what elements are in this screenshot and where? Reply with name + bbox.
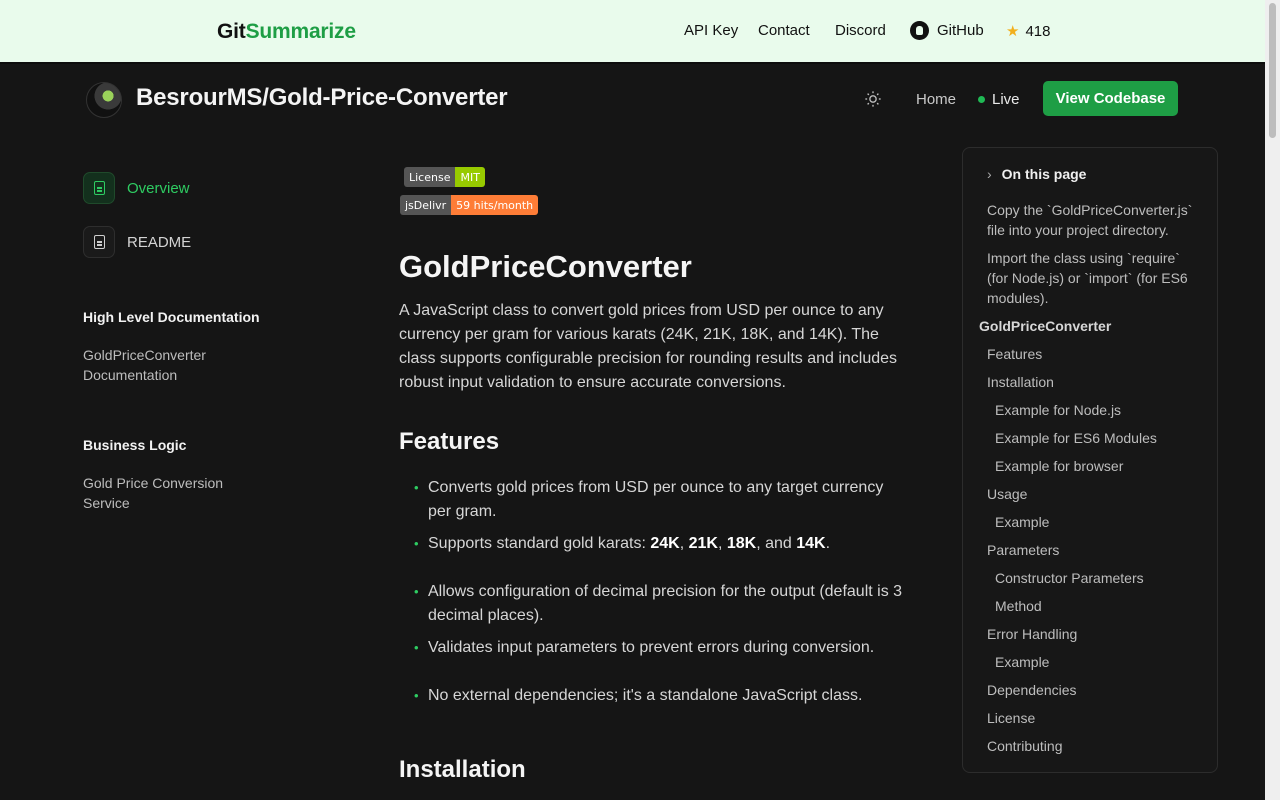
feature-text: Supports standard gold karats: 24K, 21K,… — [428, 535, 831, 552]
gitsummarize-logo[interactable]: GitSummarize — [217, 20, 356, 44]
feature-text: Allows configuration of decimal precisio… — [428, 583, 903, 624]
page-title: GoldPriceConverter — [399, 249, 692, 284]
toc-item[interactable]: Usage — [987, 484, 1202, 504]
logo-text-git: Git — [217, 20, 246, 43]
toc-item[interactable]: Constructor Parameters — [995, 568, 1210, 588]
toc-item[interactable]: Error Handling — [987, 624, 1202, 644]
discord-link[interactable]: Discord — [835, 22, 886, 39]
bullet-icon: • — [414, 480, 419, 495]
sidebar-item-overview[interactable]: Overview — [83, 172, 190, 204]
chevron-right-icon: › — [987, 166, 992, 182]
list-item: • Converts gold prices from USD per ounc… — [414, 476, 904, 524]
bullet-icon: • — [414, 536, 419, 551]
live-label: Live — [992, 91, 1020, 108]
contact-link[interactable]: Contact — [758, 22, 810, 39]
features-heading: Features — [399, 428, 500, 455]
github-label: GitHub — [937, 22, 984, 39]
list-item: • Allows configuration of decimal precis… — [414, 580, 904, 628]
live-status: Live — [978, 91, 1020, 108]
page-scrollbar[interactable] — [1265, 0, 1280, 800]
sidebar-section-heading: High Level Documentation — [83, 309, 260, 325]
live-dot-icon — [978, 96, 985, 103]
home-link[interactable]: Home — [916, 91, 956, 108]
jsdelivr-badge[interactable]: jsDelivr 59 hits/month — [400, 195, 539, 215]
toc-item[interactable]: Copy the `GoldPriceConverter.js` file in… — [987, 200, 1202, 240]
document-icon — [83, 226, 115, 258]
sidebar-doc-link[interactable]: GoldPriceConverter Documentation — [83, 345, 263, 385]
feature-text: No external dependencies; it's a standal… — [428, 687, 863, 704]
repo-owner-avatar — [86, 82, 122, 118]
toc-item[interactable]: Example — [995, 512, 1210, 532]
list-item: • Validates input parameters to prevent … — [414, 636, 904, 660]
logo-text-summarize: Summarize — [245, 20, 356, 43]
toc-item[interactable]: GoldPriceConverter — [979, 316, 1194, 336]
sidebar-item-label: Overview — [127, 179, 190, 197]
feature-text: Validates input parameters to prevent er… — [428, 639, 875, 656]
theme-toggle-sun-icon[interactable] — [864, 90, 882, 108]
toc-toggle[interactable]: › On this page — [987, 166, 1086, 182]
list-item: • No external dependencies; it's a stand… — [414, 684, 904, 708]
karat-24k: 24K — [650, 535, 680, 552]
badge-label: License — [404, 167, 456, 187]
table-of-contents: › On this page Copy the `GoldPriceConver… — [962, 147, 1218, 773]
toc-item[interactable]: License — [987, 708, 1202, 728]
toc-item[interactable]: Import the class using `require` (for No… — [987, 248, 1202, 308]
document-icon — [83, 172, 115, 204]
karat-14k: 14K — [796, 535, 826, 552]
intro-paragraph: A JavaScript class to convert gold price… — [399, 302, 898, 391]
bullet-icon: • — [414, 584, 419, 599]
toc-item[interactable]: Method — [995, 596, 1210, 616]
github-link[interactable]: GitHub — [910, 21, 984, 40]
installation-heading: Installation — [399, 756, 526, 783]
toc-heading: On this page — [1001, 166, 1087, 182]
karat-21k: 21K — [688, 535, 718, 552]
toc-item[interactable]: Installation — [987, 372, 1202, 392]
karat-18k: 18K — [726, 535, 757, 552]
top-navigation-bar: GitSummarize API Key Contact Discord Git… — [0, 0, 1280, 64]
star-icon: ★ — [1006, 23, 1020, 40]
toc-item[interactable]: Parameters — [987, 540, 1202, 560]
toc-item[interactable]: Dependencies — [987, 680, 1202, 700]
bullet-icon: • — [414, 640, 419, 655]
badge-value: MIT — [455, 167, 485, 187]
bullet-icon: • — [414, 688, 419, 703]
github-icon — [910, 21, 929, 40]
sidebar-item-readme[interactable]: README — [83, 226, 191, 258]
star-count: 418 — [1025, 22, 1051, 40]
sidebar-doc-link[interactable]: Gold Price Conversion Service — [83, 473, 263, 513]
toc-item[interactable]: Example for Node.js — [995, 400, 1210, 420]
toc-item[interactable]: Example for ES6 Modules — [995, 428, 1210, 448]
list-item: • Supports standard gold karats: 24K, 21… — [414, 532, 904, 556]
license-badge[interactable]: License MIT — [404, 167, 485, 187]
toc-item[interactable]: Example — [995, 652, 1210, 672]
view-codebase-button[interactable]: View Codebase — [1043, 81, 1178, 116]
repo-title: BesrourMS/Gold-Price-Converter — [136, 84, 508, 111]
toc-item[interactable]: Features — [987, 344, 1202, 364]
badge-value: 59 hits/month — [451, 195, 539, 215]
feature-text: Converts gold prices from USD per ounce … — [428, 479, 884, 520]
sidebar-section-heading: Business Logic — [83, 437, 187, 453]
toc-item[interactable]: Contributing — [987, 736, 1202, 756]
badge-label: jsDelivr — [400, 195, 452, 215]
scrollbar-thumb[interactable] — [1269, 3, 1276, 138]
toc-item[interactable]: Example for browser — [995, 456, 1210, 476]
github-stars-link[interactable]: ★ 418 — [1006, 22, 1051, 41]
api-key-link[interactable]: API Key — [684, 22, 738, 39]
sidebar-item-label: README — [127, 233, 192, 251]
